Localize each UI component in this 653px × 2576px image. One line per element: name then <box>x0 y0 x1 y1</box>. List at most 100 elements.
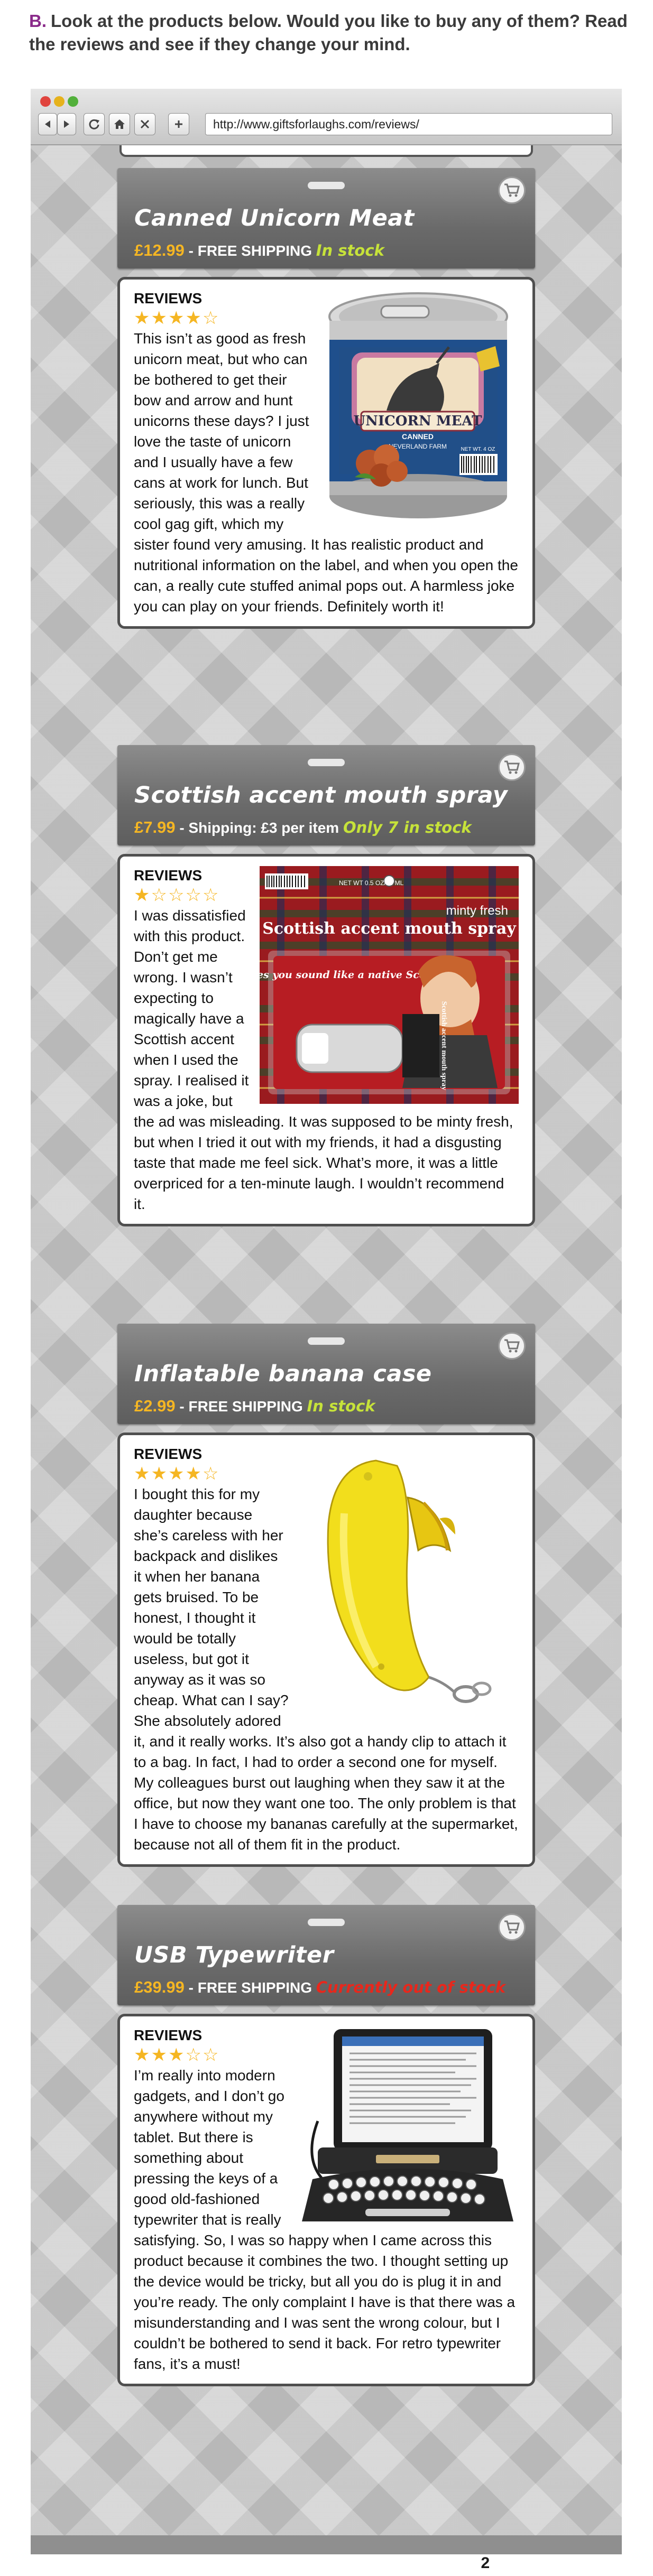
product-header: Inflatable banana case £2.99 - FREE SHIP… <box>117 1324 535 1424</box>
prev-page-icon[interactable] <box>443 2557 450 2570</box>
forward-button[interactable] <box>57 113 76 135</box>
pager-divider: | <box>454 2554 458 2572</box>
url-text: http://www.giftsforlaughs.com/reviews/ <box>213 117 419 131</box>
product-header: USB Typewriter £39.99 - FREE SHIPPING Cu… <box>117 1905 535 2005</box>
star-filled-icon: ★ <box>134 308 151 329</box>
address-bar[interactable]: http://www.giftsforlaughs.com/reviews/ <box>205 113 612 135</box>
close-window-button[interactable] <box>40 96 51 107</box>
review-box: NET WT 0.5 OZ/15 ML minty fresh Scottish… <box>117 854 535 1226</box>
star-empty-icon: ☆ <box>185 885 203 906</box>
scottish-accent-spray-image: NET WT 0.5 OZ/15 ML minty fresh Scottish… <box>260 866 519 1104</box>
usb-typewriter-image <box>302 2029 513 2221</box>
shopping-cart-icon <box>504 183 520 197</box>
star-filled-icon: ★ <box>168 308 186 329</box>
spray-bottle-text: Scottish accent mouth spray <box>440 1001 448 1090</box>
review-box: REVIEWS ★★★★☆ I bought this for my daugh… <box>117 1433 535 1867</box>
add-to-cart-button[interactable] <box>498 176 526 204</box>
instruction-text: B. Look at the products below. Would you … <box>29 10 632 56</box>
spray-net-text: NET WT 0.5 OZ/15 ML <box>339 879 404 887</box>
product-card: Scottish accent mouth spray £7.99 - Ship… <box>117 745 535 1226</box>
shopping-cart-icon <box>504 1339 520 1353</box>
product-price: £39.99 <box>134 1978 185 1996</box>
price-line: £39.99 - FREE SHIPPING Currently out of … <box>134 1978 505 1997</box>
review-box: REVIEWS ★★★☆☆ I’m really into modern gad… <box>117 2014 535 2386</box>
price-line: £7.99 - Shipping: £3 per item Only 7 in … <box>134 818 472 837</box>
can-farm-text: NEVERLAND FARM <box>389 443 447 450</box>
browser-toolbar: http://www.giftsforlaughs.com/reviews/ <box>31 89 622 145</box>
stop-button[interactable] <box>134 113 155 135</box>
star-filled-icon: ★ <box>168 2044 186 2066</box>
forward-arrow-icon <box>64 120 69 128</box>
inflatable-banana-case-image <box>327 1459 492 1703</box>
shopping-cart-icon <box>504 1920 520 1934</box>
product-header: Canned Unicorn Meat £12.99 - FREE SHIPPI… <box>117 168 535 268</box>
canned-unicorn-meat-image: UNICORN MEAT CANNED NEVERLAND FARM NET W… <box>328 292 508 518</box>
star-empty-icon: ☆ <box>202 2044 220 2066</box>
price-line: £12.99 - FREE SHIPPING In stock <box>134 241 384 260</box>
product-price: £2.99 <box>134 1397 176 1415</box>
can-brand-text: UNICORN MEAT <box>353 413 482 429</box>
minimize-window-button[interactable] <box>54 96 65 107</box>
spray-top-text: minty fresh <box>446 904 508 918</box>
product-card: Canned Unicorn Meat £12.99 - FREE SHIPPI… <box>117 168 535 629</box>
add-to-cart-button[interactable] <box>498 1332 526 1360</box>
star-empty-icon: ☆ <box>151 885 168 906</box>
next-page-icon[interactable] <box>540 2557 547 2570</box>
new-tab-button[interactable] <box>168 113 189 135</box>
page-link-4[interactable]: 4 <box>520 2554 529 2572</box>
maximize-window-button[interactable] <box>68 96 78 107</box>
shipping-info: - FREE SHIPPING <box>184 243 316 259</box>
star-filled-icon: ★ <box>134 2044 151 2066</box>
product-card: Inflatable banana case £2.99 - FREE SHIP… <box>117 1324 535 1867</box>
star-filled-icon: ★ <box>151 1463 168 1484</box>
page-link-2-current[interactable]: 2 <box>481 2554 490 2572</box>
home-icon <box>114 119 125 129</box>
star-empty-icon: ☆ <box>202 308 220 329</box>
shipping-info: - FREE SHIPPING <box>184 1979 316 1996</box>
star-filled-icon: ★ <box>185 1463 203 1484</box>
spray-brand-text: Scottish accent mouth spray <box>262 919 517 938</box>
product-title[interactable]: Inflatable banana case <box>134 1361 432 1387</box>
card-handle <box>308 1337 345 1345</box>
star-empty-icon: ☆ <box>202 1463 220 1484</box>
star-filled-icon: ★ <box>134 885 151 906</box>
product-card: USB Typewriter £39.99 - FREE SHIPPING Cu… <box>117 1905 535 2386</box>
home-button[interactable] <box>109 113 130 135</box>
stock-status: In stock <box>316 241 384 259</box>
pager-divider: | <box>493 2554 498 2572</box>
pagination: | 1 | 2 | 3 | 4 | <box>31 2551 622 2576</box>
instruction-letter: B. <box>29 11 47 31</box>
pager: | 1 | 2 | 3 | 4 | <box>443 2551 547 2576</box>
browser-window: http://www.giftsforlaughs.com/reviews/ C… <box>31 89 622 2572</box>
close-icon <box>140 119 150 129</box>
shopping-cart-icon <box>504 760 520 774</box>
page-link-1[interactable]: 1 <box>461 2554 470 2572</box>
add-to-cart-button[interactable] <box>498 754 526 781</box>
reload-button[interactable] <box>84 113 105 135</box>
reload-icon <box>89 119 99 129</box>
back-button[interactable] <box>38 113 57 135</box>
star-empty-icon: ☆ <box>168 885 186 906</box>
shipping-info: - Shipping: £3 per item <box>175 820 343 836</box>
can-sub-text: CANNED <box>402 432 434 441</box>
back-arrow-icon <box>45 120 50 128</box>
page-content: Canned Unicorn Meat £12.99 - FREE SHIPPI… <box>31 145 622 2572</box>
plus-icon <box>175 120 182 128</box>
product-title[interactable]: Scottish accent mouth spray <box>134 782 508 808</box>
add-to-cart-button[interactable] <box>498 1913 526 1941</box>
page-link-3[interactable]: 3 <box>501 2554 510 2572</box>
star-empty-icon: ☆ <box>185 2044 203 2066</box>
star-filled-icon: ★ <box>134 1463 151 1484</box>
product-title[interactable]: USB Typewriter <box>134 1942 334 1968</box>
star-filled-icon: ★ <box>151 308 168 329</box>
pager-divider: | <box>473 2554 478 2572</box>
product-header: Scottish accent mouth spray £7.99 - Ship… <box>117 745 535 845</box>
card-handle <box>308 182 345 189</box>
product-title[interactable]: Canned Unicorn Meat <box>134 205 415 231</box>
browser-bottom-bar <box>31 2535 622 2554</box>
stock-status: Currently out of stock <box>316 1978 506 1996</box>
stock-status: In stock <box>307 1397 375 1415</box>
product-price: £7.99 <box>134 818 176 836</box>
star-filled-icon: ★ <box>168 1463 186 1484</box>
price-line: £2.99 - FREE SHIPPING In stock <box>134 1397 375 1416</box>
